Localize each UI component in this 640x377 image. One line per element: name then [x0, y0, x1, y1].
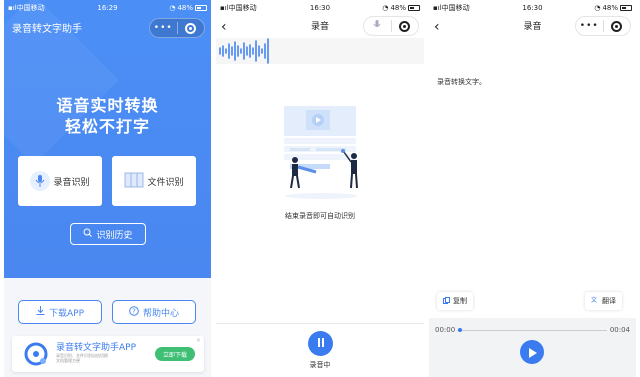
progress-knob[interactable] [458, 328, 462, 332]
translate-icon: 文 [591, 296, 599, 306]
alarm-icon: ◔ [594, 4, 601, 12]
microphone-icon [30, 171, 51, 191]
empty-state-text: 结束录音即可自动识别 [285, 212, 355, 220]
play-icon [528, 343, 537, 362]
target-icon [185, 22, 197, 34]
banner-close-icon[interactable]: × [196, 337, 201, 344]
pause-icon [317, 337, 325, 350]
microphone-icon[interactable] [364, 19, 391, 33]
svg-text:?: ? [132, 307, 136, 315]
translate-button[interactable]: 文 翻译 [585, 292, 622, 310]
copy-button[interactable]: 复制 [437, 292, 473, 310]
screenshot-stage: ▪ıl中国移动 16:29 ◔ 48% 录音转文字助手 ••• 语音实时转换 轻… [0, 0, 640, 377]
result-screen: ▪ıl中国移动 16:30 ◔ 48% ‹ 录音 ••• 录音转换文字。 复制 [429, 0, 636, 377]
play-button[interactable] [520, 340, 544, 364]
nav-bar: ‹ 录音 [216, 16, 424, 38]
status-right: ◔ 48% [382, 2, 420, 14]
app-logo-icon [24, 342, 48, 370]
record-recognition-label: 录音识别 [53, 177, 90, 188]
recognized-text[interactable]: 录音转换文字。 [437, 77, 486, 87]
record-recognition-card[interactable]: 录音识别 [18, 156, 102, 206]
history-button[interactable]: 识别历史 [70, 223, 146, 245]
copy-icon [443, 296, 450, 306]
waveform-area [216, 38, 424, 64]
mini-program-capsule[interactable]: ••• [149, 18, 205, 38]
nav-bar: ‹ 录音 ••• [429, 16, 636, 38]
status-bar: ▪ıl中国移动 16:30 ◔ 48% [216, 2, 424, 14]
battery-icon [195, 5, 207, 11]
pause-recording-button[interactable] [308, 331, 333, 356]
bottom-divider [216, 323, 424, 324]
file-recognition-card[interactable]: 文件识别 [112, 156, 196, 206]
banner-subtitle: 录音识别、文件识别自由切换 文档管理方便 [56, 353, 108, 363]
download-app-button[interactable]: 下载APP [18, 300, 102, 324]
target-icon [399, 20, 411, 32]
alarm-icon: ◔ [382, 4, 389, 12]
file-recognition-label: 文件识别 [147, 177, 184, 188]
battery-icon [408, 5, 420, 11]
home-screen: ▪ıl中国移动 16:29 ◔ 48% 录音转文字助手 ••• 语音实时转换 轻… [4, 0, 211, 377]
copy-label: 复制 [453, 297, 467, 305]
download-now-button[interactable]: 立即下载 [155, 347, 195, 361]
target-icon [611, 20, 623, 32]
battery-percent: 48% [390, 4, 406, 12]
app-download-banner[interactable]: 录音转文字助手APP 录音识别、文件识别自由切换 文档管理方便 立即下载 × [12, 336, 204, 372]
file-icon [124, 172, 144, 191]
battery-percent: 48% [177, 4, 193, 12]
help-center-button[interactable]: ? 帮助中心 [112, 300, 196, 324]
download-app-label: 下载APP [48, 308, 84, 319]
close-capsule-button[interactable] [178, 22, 205, 34]
battery-icon [620, 5, 632, 11]
mini-program-capsule[interactable]: ••• [575, 16, 631, 36]
download-icon [36, 306, 45, 318]
help-icon: ? [129, 305, 139, 319]
battery-percent: 48% [602, 4, 618, 12]
alarm-icon: ◔ [169, 4, 176, 12]
recording-screen: ▪ıl中国移动 16:30 ◔ 48% ‹ 录音 结束录音即可自动识别 录音中 [216, 0, 424, 377]
hero-line-2: 轻松不打字 [64, 117, 150, 136]
close-capsule-button[interactable] [604, 20, 631, 32]
waveform-graphic [219, 38, 269, 64]
app-title: 录音转文字助手 [12, 24, 82, 35]
svg-text:文: 文 [591, 296, 597, 304]
current-time: 00:00 [435, 326, 456, 334]
history-label: 识别历史 [96, 230, 133, 241]
illustration [276, 104, 366, 204]
search-icon [83, 228, 93, 240]
translate-label: 翻译 [602, 297, 616, 305]
status-right: ◔ 48% [169, 2, 207, 14]
close-capsule-button[interactable] [392, 20, 419, 32]
status-bar: ▪ıl中国移动 16:29 ◔ 48% [4, 2, 211, 14]
recording-status-label: 录音中 [309, 361, 331, 369]
help-center-label: 帮助中心 [142, 308, 179, 319]
total-time: 00:04 [609, 326, 630, 334]
more-icon[interactable]: ••• [150, 23, 177, 33]
status-right: ◔ 48% [594, 2, 632, 14]
status-bar: ▪ıl中国移动 16:30 ◔ 48% [429, 2, 636, 14]
mini-program-capsule[interactable] [363, 16, 419, 36]
banner-title: 录音转文字助手APP [56, 343, 137, 353]
progress-track[interactable] [457, 330, 607, 331]
more-icon[interactable]: ••• [576, 21, 603, 31]
